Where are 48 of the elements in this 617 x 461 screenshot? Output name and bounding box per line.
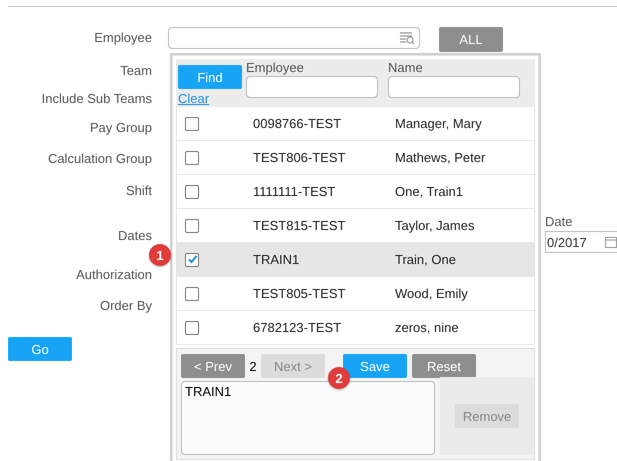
employee-name: zeros, nine — [395, 320, 459, 335]
checkbox[interactable] — [185, 218, 199, 232]
checkbox[interactable] — [185, 320, 199, 334]
field-label: Authorization — [75, 266, 152, 283]
employee-id: 1111111-TEST — [253, 184, 336, 199]
field-label: Include Sub Teams — [40, 90, 152, 107]
employee-id: TEST805-TEST — [253, 286, 346, 301]
employee-id: TRAIN1 — [253, 252, 300, 267]
date-field[interactable]: 0/2017 — [545, 231, 617, 253]
employee-row[interactable]: TEST806-TEST Mathews, Peter — [177, 141, 534, 175]
employee-name: One, Train1 — [395, 184, 463, 199]
column-header: Name — [388, 60, 424, 75]
employee-row[interactable]: 0098766-TEST Manager, Mary — [177, 107, 534, 141]
employee-id: 0098766-TEST — [253, 116, 342, 131]
field-label: Pay Group — [88, 119, 152, 136]
field-label: Shift — [124, 182, 152, 199]
employee-id: TEST815-TEST — [253, 218, 346, 233]
checkbox[interactable] — [185, 252, 199, 266]
field-label: Order By — [98, 297, 152, 314]
employee-name: Taylor, James — [395, 218, 474, 233]
filter-field[interactable] — [246, 76, 378, 98]
checkbox[interactable] — [185, 184, 199, 198]
calendar-icon[interactable] — [605, 236, 617, 248]
employee-id: 6782123-TEST — [253, 320, 342, 335]
field-label: Team — [119, 62, 152, 79]
filter-field[interactable] — [388, 76, 520, 98]
employee-id: TEST806-TEST — [253, 150, 346, 165]
employee-row[interactable]: TRAIN1 Train, One — [177, 243, 534, 277]
employee-field[interactable] — [168, 27, 420, 49]
employee-row[interactable]: TEST805-TEST Wood, Emily — [177, 277, 534, 311]
employee-name: Train, One — [395, 252, 456, 267]
column-header: Employee — [246, 60, 305, 75]
checkbox[interactable] — [185, 116, 199, 130]
date-label: Date — [545, 214, 574, 229]
field-label: Dates — [117, 227, 152, 244]
page-number: 2 — [248, 358, 258, 374]
employee-row[interactable]: 6782123-TEST zeros, nine — [177, 311, 534, 345]
employee-row[interactable]: 1111111-TEST One, Train1 — [177, 175, 534, 209]
employee-name: Wood, Emily — [395, 286, 468, 301]
checkbox[interactable] — [185, 150, 199, 164]
employee-name: Manager, Mary — [395, 116, 482, 131]
field-label: Employee — [93, 29, 152, 46]
field-label: Calculation Group — [46, 150, 152, 167]
checkbox[interactable] — [185, 286, 199, 300]
date-value: 0/2017 — [547, 234, 587, 250]
lookup-icon — [399, 31, 415, 45]
employee-name: Mathews, Peter — [395, 150, 486, 165]
step-badge: 1 — [149, 244, 171, 266]
